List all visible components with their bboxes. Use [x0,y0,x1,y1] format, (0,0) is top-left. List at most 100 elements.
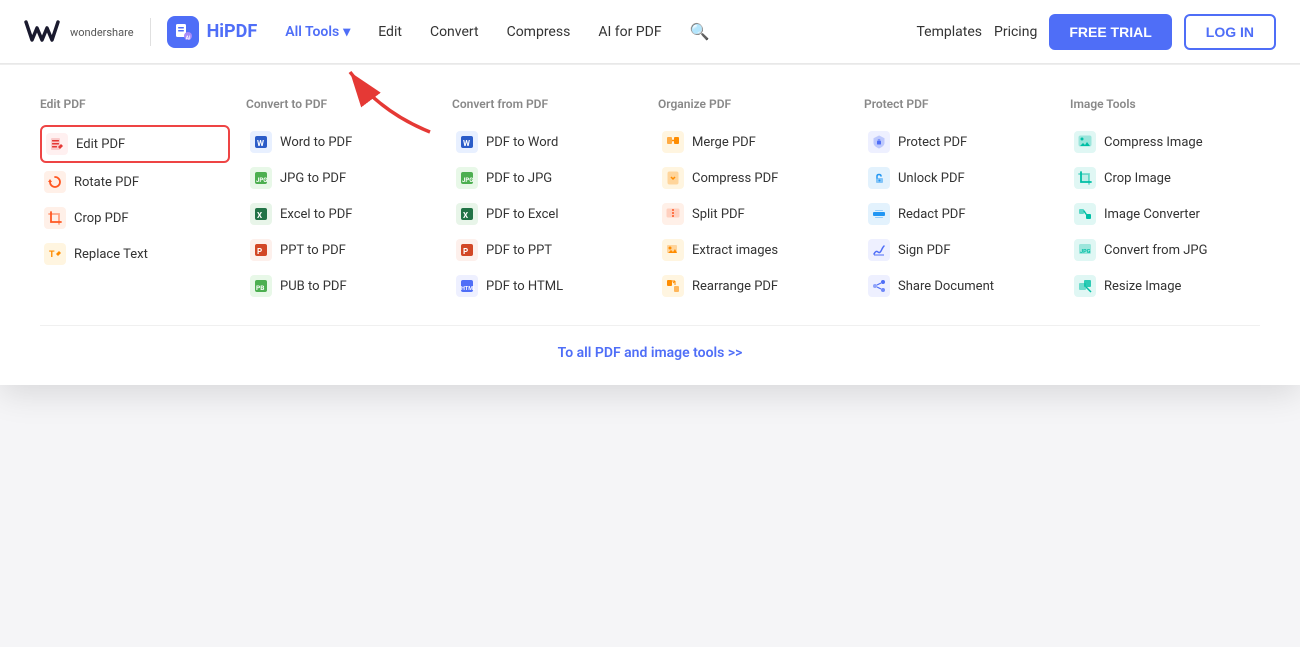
dropdown-item-rotate-pdf[interactable]: Rotate PDF [40,165,230,199]
svg-text:X: X [257,211,262,220]
unlock-pdf-icon [868,167,890,189]
col-header-convert-from: Convert from PDF [452,97,642,111]
logo-area: wondershare [24,18,151,46]
svg-text:P: P [463,247,468,256]
dropdown-item-protect-pdf[interactable]: Protect PDF [864,125,1054,159]
pdf-to-jpg-icon: JPG [456,167,478,189]
navbar: wondershare AI HiPDF All Tools ▾ Edit Co… [0,0,1300,64]
col-header-edit: Edit PDF [40,97,230,111]
dropdown-item-pdf-to-word[interactable]: W PDF to Word [452,125,642,159]
dropdown-footer: To all PDF and image tools >> [40,325,1260,361]
dropdown-item-jpg-to-pdf[interactable]: JPG JPG to PDF [246,161,436,195]
redact-pdf-icon [868,203,890,225]
dropdown-item-sign-pdf[interactable]: Sign PDF [864,233,1054,267]
svg-text:AI: AI [185,35,190,41]
dropdown-item-extract-images[interactable]: Extract images [658,233,848,267]
dropdown-item-pub-to-pdf[interactable]: PB PUB to PDF [246,269,436,303]
dropdown-item-compress-pdf[interactable]: Compress PDF [658,161,848,195]
nav-ai-pdf[interactable]: AI for PDF [586,16,673,48]
nav-links: All Tools ▾ Edit Convert Compress AI for… [273,14,721,49]
hipdf-label: HiPDF [207,21,258,42]
dropdown-item-image-converter[interactable]: Image Converter [1070,197,1260,231]
col-header-convert-to: Convert to PDF [246,97,436,111]
navbar-right: Templates Pricing FREE TRIAL LOG IN [917,14,1277,50]
dropdown-item-word-to-pdf[interactable]: W Word to PDF [246,125,436,159]
col-header-image: Image Tools [1070,97,1260,111]
dropdown-item-share-document[interactable]: Share Document [864,269,1054,303]
wondershare-logo-icon [24,18,60,46]
svg-text:PB: PB [256,284,264,292]
rotate-pdf-icon [44,171,66,193]
svg-text:W: W [463,139,470,148]
dropdown-item-redact-pdf[interactable]: Redact PDF [864,197,1054,231]
dropdown-item-rearrange-pdf[interactable]: Rearrange PDF [658,269,848,303]
dropdown-col-convert-from: Convert from PDF W PDF to Word JPG PDF t… [452,97,642,305]
share-document-icon [868,275,890,297]
dropdown-item-pdf-to-excel[interactable]: X PDF to Excel [452,197,642,231]
login-button[interactable]: LOG IN [1184,14,1276,50]
navbar-left: wondershare AI HiPDF All Tools ▾ Edit Co… [24,14,721,49]
dropdown-item-ppt-to-pdf[interactable]: P PPT to PDF [246,233,436,267]
split-pdf-icon [662,203,684,225]
svg-text:JPG: JPG [1080,249,1091,255]
dropdown-item-pdf-to-html[interactable]: HTML PDF to HTML [452,269,642,303]
free-trial-button[interactable]: FREE TRIAL [1049,14,1171,50]
dropdown-item-replace-text[interactable]: T Replace Text [40,237,230,271]
chevron-down-icon: ▾ [343,24,350,40]
nav-templates[interactable]: Templates [917,24,983,40]
dropdown-item-convert-from-jpg[interactable]: JPG Convert from JPG [1070,233,1260,267]
nav-pricing[interactable]: Pricing [994,24,1037,40]
ppt-to-pdf-icon: P [250,239,272,261]
pdf-to-word-icon: W [456,131,478,153]
dropdown-item-pdf-to-jpg[interactable]: JPG PDF to JPG [452,161,642,195]
crop-pdf-icon [44,207,66,229]
dropdown-item-excel-to-pdf[interactable]: X Excel to PDF [246,197,436,231]
merge-pdf-icon [662,131,684,153]
word-to-pdf-icon: W [250,131,272,153]
col-header-organize: Organize PDF [658,97,848,111]
dropdown-col-edit: Edit PDF Edit PDF Rotate PDF Crop PDF [40,97,230,305]
svg-text:JPG: JPG [462,177,473,184]
dropdown-item-resize-image[interactable]: Resize Image [1070,269,1260,303]
hipdf-icon: AI [167,16,199,48]
dropdown-item-crop-image[interactable]: Crop Image [1070,161,1260,195]
col-header-protect: Protect PDF [864,97,1054,111]
compress-image-icon [1074,131,1096,153]
dropdown-col-convert-to: Convert to PDF W Word to PDF JPG JPG to … [246,97,436,305]
edit-pdf-icon [46,133,68,155]
replace-text-icon: T [44,243,66,265]
dropdown-item-unlock-pdf[interactable]: Unlock PDF [864,161,1054,195]
wondershare-text: wondershare [70,26,134,39]
nav-convert[interactable]: Convert [418,16,491,48]
dropdown-item-compress-image[interactable]: Compress Image [1070,125,1260,159]
nav-compress[interactable]: Compress [495,16,583,48]
all-tools-link[interactable]: To all PDF and image tools >> [558,345,743,361]
dropdown-item-merge-pdf[interactable]: Merge PDF [658,125,848,159]
crop-image-icon [1074,167,1096,189]
search-icon[interactable]: 🔍 [678,14,722,49]
dropdown-item-edit-pdf[interactable]: Edit PDF [40,125,230,163]
image-converter-icon [1074,203,1096,225]
compress-pdf-icon [662,167,684,189]
dropdown-item-pdf-to-ppt[interactable]: P PDF to PPT [452,233,642,267]
rearrange-pdf-icon [662,275,684,297]
pdf-to-ppt-icon: P [456,239,478,261]
jpg-to-pdf-icon: JPG [250,167,272,189]
convert-from-jpg-icon: JPG [1074,239,1096,261]
dropdown-menu: Edit PDF Edit PDF Rotate PDF Crop PDF [0,64,1300,385]
svg-text:JPG: JPG [256,177,267,184]
dropdown-col-protect: Protect PDF Protect PDF Unlock PDF Redac… [864,97,1054,305]
pdf-to-excel-icon: X [456,203,478,225]
pub-to-pdf-icon: PB [250,275,272,297]
pdf-to-html-icon: HTML [456,275,478,297]
dropdown-columns: Edit PDF Edit PDF Rotate PDF Crop PDF [40,97,1260,305]
resize-image-icon [1074,275,1096,297]
dropdown-item-crop-pdf[interactable]: Crop PDF [40,201,230,235]
protect-pdf-icon [868,131,890,153]
sign-pdf-icon [868,239,890,261]
dropdown-item-split-pdf[interactable]: Split PDF [658,197,848,231]
svg-text:W: W [257,139,264,148]
nav-all-tools[interactable]: All Tools ▾ [273,16,362,48]
svg-text:X: X [463,211,468,220]
nav-edit[interactable]: Edit [366,16,414,48]
